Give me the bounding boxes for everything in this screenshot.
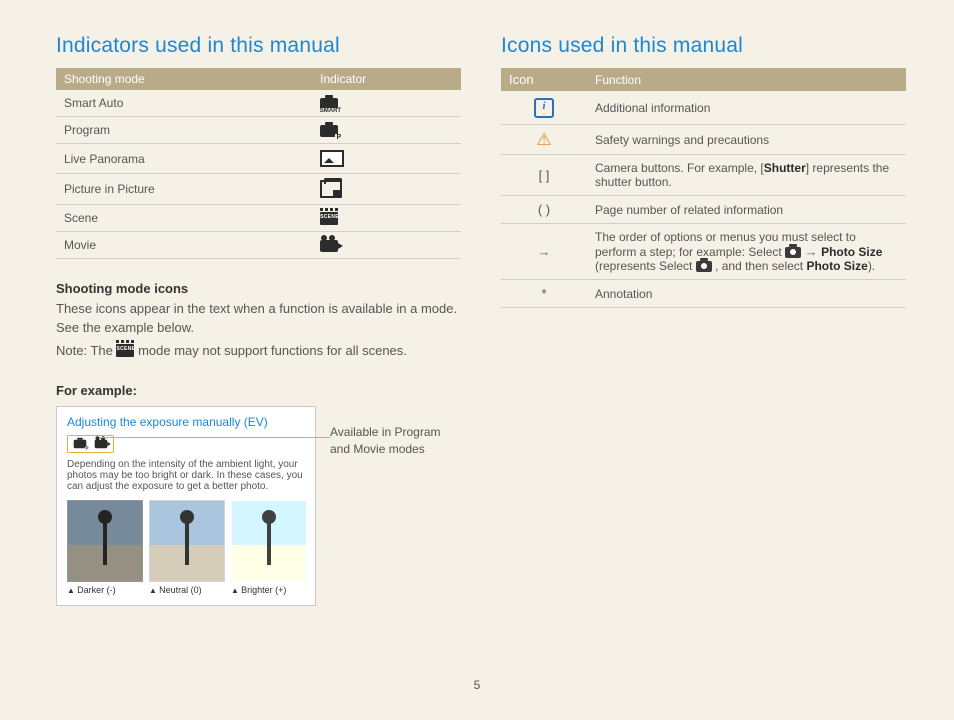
table-row: Smart Auto SMART — [56, 90, 461, 117]
table-row: i Additional information — [501, 91, 906, 125]
example-title: Adjusting the exposure manually (EV) — [67, 415, 305, 429]
left-column: Indicators used in this manual Shooting … — [56, 34, 461, 606]
table-row: [ ] Camera buttons. For example, [Shutte… — [501, 155, 906, 196]
scene-icon: SCENE — [116, 344, 134, 357]
example-desc: Depending on the intensity of the ambien… — [67, 459, 305, 492]
table-row: Scene SCENE — [56, 205, 461, 232]
movie-icon — [320, 240, 338, 252]
table-row: Program P — [56, 117, 461, 144]
for-example-heading: For example: — [56, 383, 461, 398]
brackets-symbol: [ ] — [501, 155, 587, 196]
table-row: → The order of options or menus you must… — [501, 224, 906, 280]
table-row: * Annotation — [501, 280, 906, 308]
icons-table: Icon Function i Additional information ⚠… — [501, 68, 906, 308]
right-column: Icons used in this manual Icon Function … — [501, 34, 906, 606]
page-number: 5 — [0, 678, 954, 692]
thumb-neutral: Neutral (0) — [149, 500, 223, 595]
panorama-icon — [320, 150, 344, 167]
camera-icon — [696, 261, 712, 272]
shooting-mode-icons-desc: These icons appear in the text when a fu… — [56, 300, 461, 338]
program-icon: P — [320, 125, 338, 137]
paren-symbol: ( ) — [501, 196, 587, 224]
shooting-mode-note: Note: The SCENE mode may not support fun… — [56, 342, 461, 361]
shooting-mode-table: Shooting mode Indicator Smart Auto SMART… — [56, 68, 461, 259]
example-callout: Available in Program and Movie modes — [330, 406, 461, 458]
program-icon: P — [74, 440, 87, 448]
thumb-brighter: Brighter (+) — [231, 500, 305, 595]
warning-icon: ⚠ — [536, 130, 551, 149]
info-icon: i — [534, 98, 554, 118]
star-symbol: * — [501, 280, 587, 308]
callout-connector — [100, 437, 330, 438]
table-row: Live Panorama — [56, 144, 461, 174]
table-row: Movie — [56, 232, 461, 259]
smart-auto-icon: SMART — [320, 98, 338, 110]
col-icon: Icon — [501, 68, 587, 91]
example-box: Adjusting the exposure manually (EV) P D… — [56, 406, 316, 606]
camera-icon — [785, 247, 801, 258]
col-shooting-mode: Shooting mode — [56, 68, 312, 90]
table-row: ⚠ Safety warnings and precautions — [501, 125, 906, 155]
shooting-mode-icons-heading: Shooting mode icons — [56, 281, 461, 296]
scene-icon: SCENE — [320, 212, 338, 225]
pip-icon — [320, 180, 342, 198]
table-row: Picture in Picture — [56, 174, 461, 205]
table-row: ( ) Page number of related information — [501, 196, 906, 224]
col-function: Function — [587, 68, 906, 91]
movie-icon — [95, 440, 108, 448]
col-indicator: Indicator — [312, 68, 461, 90]
icons-heading: Icons used in this manual — [501, 34, 906, 58]
thumb-darker: Darker (-) — [67, 500, 141, 595]
arrow-symbol: → — [501, 224, 587, 280]
indicators-heading: Indicators used in this manual — [56, 34, 461, 58]
